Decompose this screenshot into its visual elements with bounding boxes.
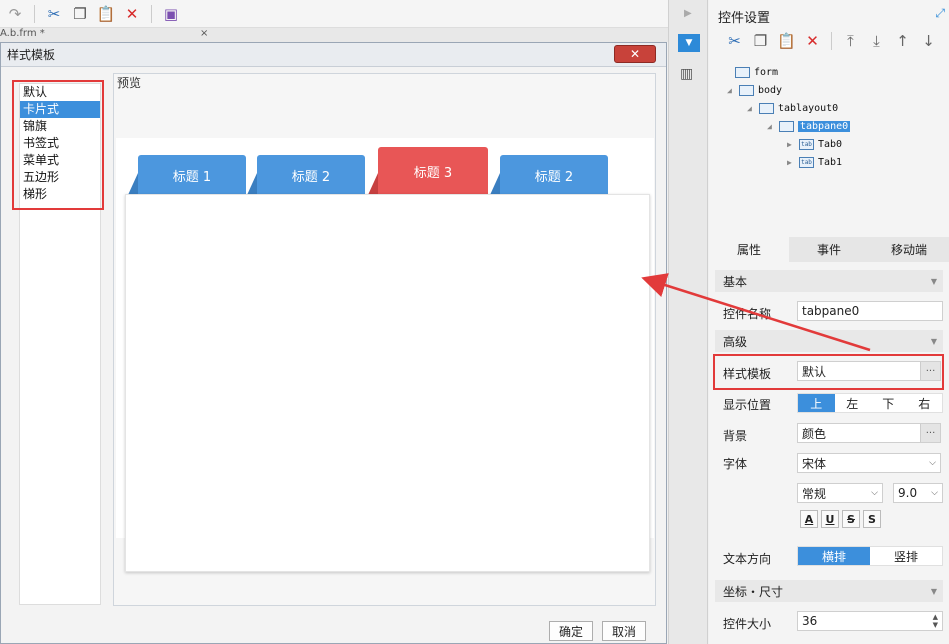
editor-tab[interactable]: A.b.frm *: [0, 28, 45, 39]
panel-toolbar: ✂ ❐ 📋 ✕ ⤒ ⤓ ↑ ↓: [723, 30, 940, 52]
section-basic[interactable]: 基本 ▼: [715, 270, 943, 292]
layout-icon: [759, 103, 774, 114]
redo-icon[interactable]: ↷: [4, 3, 26, 25]
editor-tabstrip: A.b.frm * ×: [0, 28, 668, 42]
tree-node-tab1[interactable]: ▶ tab Tab1: [787, 154, 842, 171]
display-position-label: 显示位置: [723, 398, 772, 412]
editor-tab-close-icon[interactable]: ×: [200, 28, 208, 39]
collapse-arrow-icon[interactable]: ◢: [747, 104, 759, 113]
position-top-option[interactable]: 上: [798, 394, 835, 412]
tab-properties[interactable]: 属性: [709, 237, 789, 262]
tab-mobile[interactable]: 移动端: [869, 237, 949, 262]
delete-icon[interactable]: ✕: [801, 30, 824, 52]
save-template-icon[interactable]: ▣: [160, 3, 182, 25]
panel-resize-icon[interactable]: ⤢: [935, 6, 945, 21]
paste-icon[interactable]: 📋: [775, 30, 798, 52]
display-position-segmented: 上 左 下 右: [797, 393, 943, 413]
name-label: 控件名称: [723, 307, 772, 321]
text-direction-label: 文本方向: [723, 552, 772, 566]
control-settings-panel: 控件设置 ⤢ ✂ ❐ 📋 ✕ ⤒ ⤓ ↑ ↓ form ◢ body ◢ tab…: [709, 0, 949, 644]
paste-icon[interactable]: 📋: [95, 3, 117, 25]
cancel-button[interactable]: 取消: [602, 621, 646, 641]
stepper-icon[interactable]: ▲ ▼: [933, 613, 938, 629]
preview-tab-4: 标题 2: [490, 155, 608, 195]
dialog-title: 样式模板: [7, 48, 56, 62]
collapse-arrow-icon[interactable]: ◢: [727, 86, 739, 95]
strikethrough-button[interactable]: S: [842, 510, 860, 528]
tree-node-tablayout[interactable]: ◢ tablayout0: [747, 100, 838, 117]
position-left-option[interactable]: 左: [835, 394, 871, 412]
chevron-down-icon: ▼: [930, 586, 937, 596]
vertical-option[interactable]: 竖排: [870, 547, 942, 565]
side-dock-strip: ▶ ▼ ▥: [668, 0, 708, 644]
chevron-down-icon: ⌵: [929, 458, 936, 468]
tree-node-tabpane[interactable]: ◢ tabpane0: [767, 118, 851, 135]
move-down-icon[interactable]: ↓: [917, 30, 940, 52]
chevron-down-icon: ▼: [930, 276, 937, 286]
font-size-select[interactable]: 9.0 ⌵: [893, 483, 943, 503]
ok-button[interactable]: 确定: [549, 621, 593, 641]
style-list-highlight: [12, 80, 104, 210]
copy-icon[interactable]: ❐: [69, 3, 91, 25]
move-bottom-icon[interactable]: ⤓: [865, 30, 888, 52]
more-options-icon[interactable]: ···: [920, 424, 940, 442]
tabpane-icon: [779, 121, 794, 132]
template-highlight: [713, 354, 944, 390]
background-label: 背景: [723, 429, 748, 443]
collapse-arrow-icon[interactable]: ◢: [767, 122, 779, 131]
chevron-down-icon: ⌵: [931, 488, 938, 498]
control-settings-dock-button[interactable]: ▼: [678, 34, 700, 52]
font-family-select[interactable]: 宋体 ⌵: [797, 453, 941, 473]
underline-button[interactable]: U: [821, 510, 839, 528]
toolbar-separator: [151, 4, 152, 23]
cut-icon[interactable]: ✂: [43, 3, 65, 25]
tree-node-body[interactable]: ◢ body: [727, 82, 782, 99]
position-right-option[interactable]: 右: [907, 394, 943, 412]
move-up-icon[interactable]: ↑: [891, 30, 914, 52]
font-color-button[interactable]: A: [800, 510, 818, 528]
copy-icon[interactable]: ❐: [749, 30, 772, 52]
section-advanced[interactable]: 高级 ▼: [715, 330, 943, 352]
tab-icon: tab: [799, 157, 814, 168]
font-style-select[interactable]: 常规 ⌵: [797, 483, 883, 503]
layout-panel-icon[interactable]: ▥: [680, 66, 698, 84]
main-toolbar: ↷ ✂ ❐ 📋 ✕ ▣: [0, 0, 668, 28]
tab-icon: tab: [799, 139, 814, 150]
preview-tab-2: 标题 2: [247, 155, 365, 195]
toolbar-separator: [34, 4, 35, 23]
cut-icon[interactable]: ✂: [723, 30, 746, 52]
font-label: 字体: [723, 457, 748, 471]
preview-tab-1: 标题 1: [128, 155, 246, 195]
position-bottom-option[interactable]: 下: [870, 394, 907, 412]
text-direction-segmented: 横排 竖排: [797, 546, 943, 566]
toolbar-separator: [831, 32, 832, 50]
size-input[interactable]: 36 ▲ ▼: [797, 611, 943, 631]
preview-tab-content: [125, 194, 650, 572]
body-icon: [739, 85, 754, 96]
panel-title: 控件设置: [718, 11, 771, 26]
panel-tabs: 属性 事件 移动端: [709, 237, 949, 262]
delete-icon[interactable]: ✕: [121, 3, 143, 25]
tab-events[interactable]: 事件: [789, 237, 869, 262]
section-position-size[interactable]: 坐标・尺寸 ▼: [715, 580, 943, 602]
tree-node-form[interactable]: form: [723, 64, 778, 81]
horizontal-option[interactable]: 横排: [798, 547, 870, 565]
name-input[interactable]: tabpane0: [797, 301, 943, 321]
dialog-close-button[interactable]: ✕: [614, 45, 656, 63]
preview-tab-3-active: 标题 3: [368, 147, 488, 195]
preview-label: 预览: [117, 76, 142, 90]
tree-node-tab0[interactable]: ▶ tab Tab0: [787, 136, 842, 153]
expand-arrow-icon[interactable]: ▶: [684, 8, 692, 19]
shadow-button[interactable]: S: [863, 510, 881, 528]
chevron-down-icon: ▼: [930, 336, 937, 346]
expand-arrow-icon[interactable]: ▶: [787, 140, 799, 149]
expand-arrow-icon[interactable]: ▶: [787, 158, 799, 167]
dialog-titlebar: 样式模板: [1, 43, 666, 67]
move-top-icon[interactable]: ⤒: [839, 30, 862, 52]
size-label: 控件大小: [723, 617, 772, 631]
background-input[interactable]: 颜色 ···: [797, 423, 941, 443]
chevron-down-icon: ⌵: [871, 488, 878, 498]
form-icon: [735, 67, 750, 78]
